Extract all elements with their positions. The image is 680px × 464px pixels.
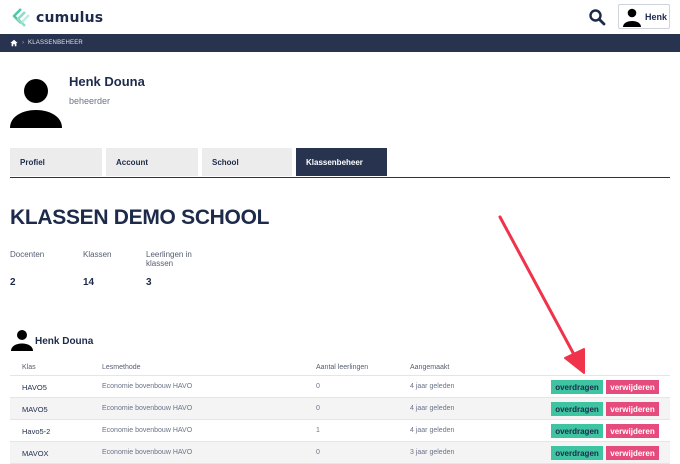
- column-header-klas: Klas: [22, 364, 36, 371]
- breadcrumb-separator: ›: [22, 40, 24, 46]
- cell-klas: MAVOX: [22, 449, 49, 458]
- cell-aantal: 1: [316, 427, 320, 434]
- cell-lesmethode: Economie bovenbouw HAVO: [102, 405, 193, 412]
- delete-button[interactable]: verwijderen: [606, 380, 659, 394]
- stat-value: 2: [10, 277, 16, 288]
- profile-tabs: Profiel Account School Klassenbeheer: [10, 148, 670, 178]
- profile-role: beheerder: [69, 96, 111, 106]
- cell-lesmethode: Economie bovenbouw HAVO: [102, 427, 193, 434]
- user-menu-button[interactable]: Henk: [618, 4, 670, 29]
- cell-aantal: 0: [316, 383, 320, 390]
- stat-value: 14: [83, 277, 95, 288]
- column-header-aantal-leerlingen: Aantal leerlingen: [316, 364, 369, 371]
- stat-klassen: Klassen 14: [83, 250, 112, 288]
- column-header-aangemaakt: Aangemaakt: [410, 364, 450, 371]
- top-bar: cumulus Henk: [0, 0, 680, 34]
- table-row: MAVOX Economie bovenbouw HAVO 0 3 jaar g…: [10, 442, 670, 464]
- table-row: HAVO5 Economie bovenbouw HAVO 0 4 jaar g…: [10, 376, 670, 398]
- table-row: Havo5-2 Economie bovenbouw HAVO 1 4 jaar…: [10, 420, 670, 442]
- transfer-button[interactable]: overdragen: [551, 446, 603, 460]
- cell-aantal: 0: [316, 405, 320, 412]
- search-icon: [589, 9, 606, 26]
- classes-table: Klas Lesmethode Aantal leerlingen Aangem…: [10, 360, 670, 464]
- stat-label: Klassen: [83, 250, 112, 259]
- brand-name: cumulus: [36, 10, 104, 26]
- breadcrumb: › KLASSENBEHEER: [0, 34, 680, 52]
- cell-klas: HAVO5: [22, 383, 47, 392]
- profile-name: Henk Douna: [69, 74, 145, 89]
- transfer-button[interactable]: overdragen: [551, 424, 603, 438]
- tab-klassenbeheer[interactable]: Klassenbeheer: [296, 148, 387, 176]
- page-title: KLASSEN DEMO SCHOOL: [10, 206, 270, 229]
- transfer-button[interactable]: overdragen: [551, 380, 603, 394]
- stat-value: 3: [146, 277, 152, 288]
- cell-lesmethode: Economie bovenbouw HAVO: [102, 449, 193, 456]
- cumulus-logo-icon: [12, 8, 30, 27]
- delete-button[interactable]: verwijderen: [606, 446, 659, 460]
- page: cumulus Henk › KLASSENBEHEER Henk Douna …: [0, 0, 680, 464]
- cell-aangemaakt: 4 jaar geleden: [410, 427, 455, 434]
- home-icon[interactable]: [10, 39, 18, 47]
- table-row: MAVO5 Economie bovenbouw HAVO 0 4 jaar g…: [10, 398, 670, 420]
- cell-aangemaakt: 4 jaar geleden: [410, 383, 455, 390]
- class-owner-name: Henk Douna: [35, 335, 94, 347]
- cell-klas: MAVO5: [22, 405, 48, 414]
- cell-lesmethode: Economie bovenbouw HAVO: [102, 383, 193, 390]
- brand-logo[interactable]: cumulus: [10, 7, 103, 29]
- search-button[interactable]: [588, 8, 606, 26]
- transfer-button[interactable]: overdragen: [551, 402, 603, 416]
- profile-avatar: [10, 79, 62, 128]
- cell-aangemaakt: 4 jaar geleden: [410, 405, 455, 412]
- cell-klas: Havo5-2: [22, 427, 51, 436]
- table-header: Klas Lesmethode Aantal leerlingen Aangem…: [10, 360, 670, 376]
- delete-button[interactable]: verwijderen: [606, 402, 659, 416]
- cell-aangemaakt: 3 jaar geleden: [410, 449, 455, 456]
- user-avatar-icon: [11, 330, 33, 351]
- tab-profiel[interactable]: Profiel: [10, 148, 102, 176]
- user-avatar-icon: [623, 8, 641, 27]
- breadcrumb-item-klassenbeheer[interactable]: KLASSENBEHEER: [28, 40, 83, 46]
- tab-school[interactable]: School: [202, 148, 292, 176]
- stat-docenten: Docenten 2: [10, 250, 45, 288]
- tab-account[interactable]: Account: [106, 148, 198, 176]
- delete-button[interactable]: verwijderen: [606, 424, 659, 438]
- cell-aantal: 0: [316, 449, 320, 456]
- class-owner: Henk Douna: [10, 327, 93, 351]
- column-header-lesmethode: Lesmethode: [102, 364, 141, 371]
- stat-label: Docenten: [10, 250, 45, 259]
- stat-leerlingen: Leerlingen in klassen 3: [146, 250, 216, 288]
- user-menu-label: Henk: [645, 11, 668, 22]
- stat-label: Leerlingen in klassen: [146, 250, 192, 268]
